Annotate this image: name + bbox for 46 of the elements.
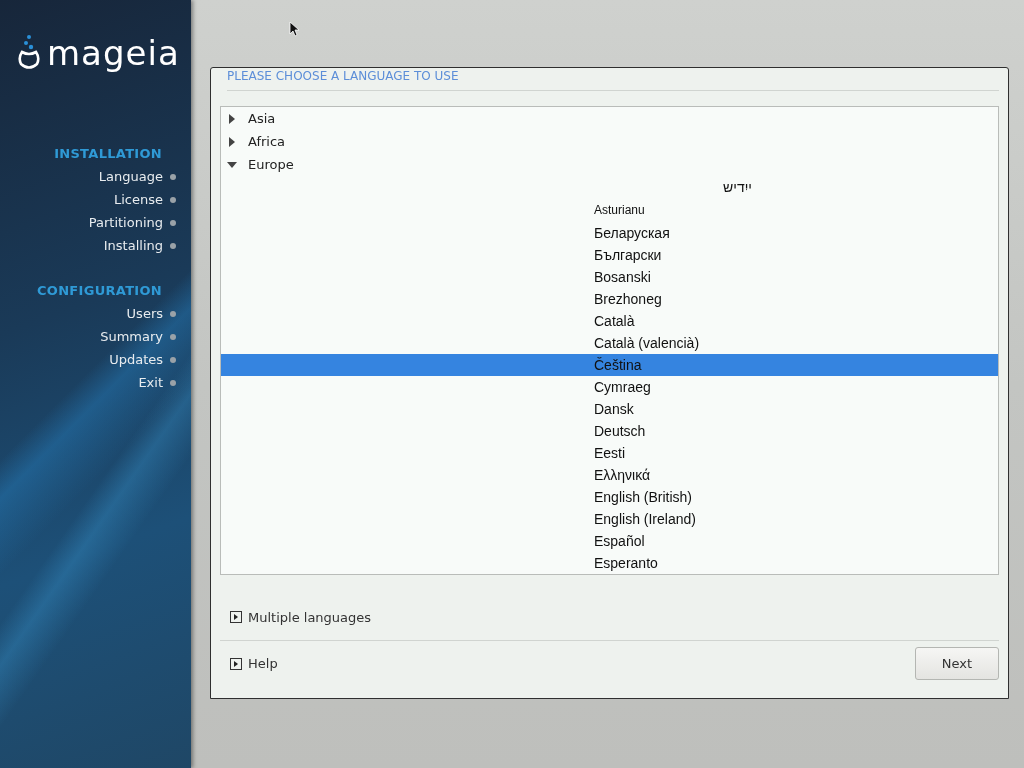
step-label: Language <box>98 169 163 184</box>
language-item[interactable]: Deutsch <box>221 420 998 442</box>
step-dot <box>170 242 176 249</box>
step-label: Updates <box>109 352 163 367</box>
language-item[interactable]: Eesti <box>221 442 998 464</box>
cauldron-icon <box>17 34 41 70</box>
section-heading: INSTALLATION <box>54 145 162 163</box>
expander[interactable]: Multiple languages <box>230 607 999 627</box>
language-item[interactable]: Ελληνικά <box>221 464 998 486</box>
language-item[interactable]: Bosanski <box>221 266 998 288</box>
step-label: Exit <box>138 375 163 390</box>
tree-row[interactable]: Africa <box>221 130 998 153</box>
step-dot <box>170 333 176 340</box>
section-heading: CONFIGURATION <box>37 282 162 300</box>
tree-row[interactable]: Asia <box>221 107 998 130</box>
next-button[interactable]: Next <box>915 647 999 680</box>
step-dot <box>170 356 176 363</box>
language-item[interactable]: English (British) <box>221 486 998 508</box>
step-label: Users <box>126 306 163 321</box>
panel-title: PLEASE CHOOSE A LANGUAGE TO USE <box>226 68 460 84</box>
tree-row[interactable]: Europe <box>221 153 998 176</box>
language-item[interactable]: Español <box>221 530 998 552</box>
language-item[interactable]: Català <box>221 310 998 332</box>
step-label: Summary <box>100 329 163 344</box>
help-expander[interactable]: Help <box>230 653 278 674</box>
language-item[interactable]: Català (valencià) <box>221 332 998 354</box>
step-label: License <box>114 192 163 207</box>
step-dot <box>170 173 176 180</box>
language-item[interactable]: Cymraeg <box>221 376 998 398</box>
language-item[interactable]: Беларуская <box>221 222 998 244</box>
step-label: Installing <box>103 238 163 253</box>
language-item[interactable]: ייִדיש <box>221 176 998 198</box>
language-item[interactable]: Български <box>221 244 998 266</box>
step-label: Partitioning <box>88 215 163 230</box>
language-item[interactable]: Dansk <box>221 398 998 420</box>
language-item[interactable]: Asturianu <box>221 198 998 222</box>
step-dot <box>170 310 176 317</box>
logo-text: mageia <box>47 36 180 70</box>
step-dot <box>170 196 176 203</box>
language-item[interactable]: Čeština <box>221 354 998 376</box>
cursor-icon <box>289 21 299 37</box>
step-dot <box>170 219 176 226</box>
language-item[interactable]: English (Ireland) <box>221 508 998 530</box>
step-dot <box>170 379 176 386</box>
language-item[interactable]: Brezhoneg <box>221 288 998 310</box>
language-item[interactable]: Esperanto <box>221 552 998 574</box>
